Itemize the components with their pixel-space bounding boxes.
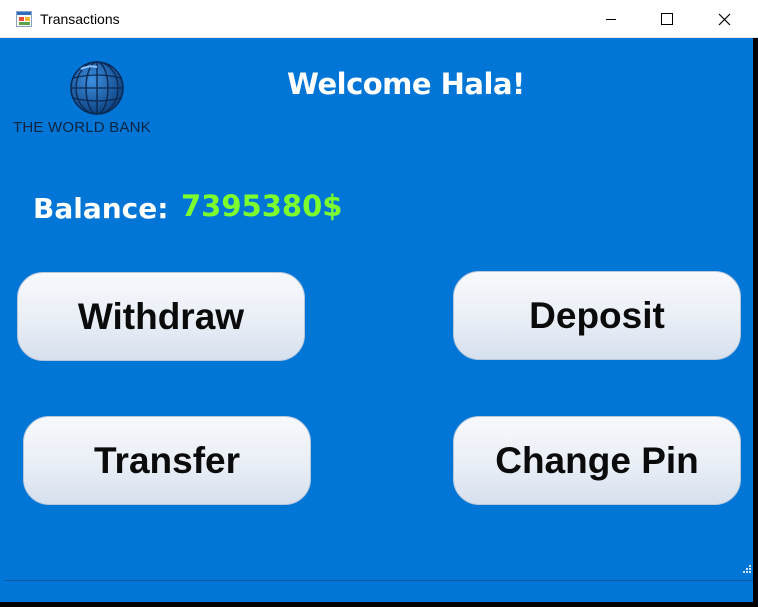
world-bank-logo: THE WORLD BANK <box>13 59 173 139</box>
transactions-window: Transactions THE WORLD BANK Welcome Hala… <box>0 0 758 607</box>
close-icon <box>718 13 731 26</box>
close-button[interactable] <box>698 0 756 38</box>
transfer-button[interactable]: Transfer <box>23 416 311 505</box>
maximize-button[interactable] <box>640 0 698 38</box>
balance-label: Balance: <box>33 192 169 225</box>
window-border-bottom <box>0 602 758 607</box>
title-bar[interactable]: Transactions <box>0 0 758 38</box>
withdraw-button[interactable]: Withdraw <box>17 272 305 361</box>
window-border-right <box>753 38 758 607</box>
resize-grip-icon[interactable] <box>741 565 751 575</box>
window-title: Transactions <box>40 11 120 27</box>
client-area: THE WORLD BANK Welcome Hala! Balance: 73… <box>5 39 753 579</box>
minimize-icon <box>606 19 616 20</box>
change-pin-button[interactable]: Change Pin <box>453 416 741 505</box>
form-icon <box>16 11 32 27</box>
minimize-button[interactable] <box>582 0 640 38</box>
logo-text: THE WORLD BANK <box>13 119 151 136</box>
maximize-icon <box>661 13 673 25</box>
deposit-button[interactable]: Deposit <box>453 271 741 360</box>
welcome-heading: Welcome Hala! <box>287 67 525 101</box>
globe-icon <box>70 61 124 115</box>
status-bar <box>5 580 753 602</box>
balance-value: 7395380$ <box>181 189 343 223</box>
